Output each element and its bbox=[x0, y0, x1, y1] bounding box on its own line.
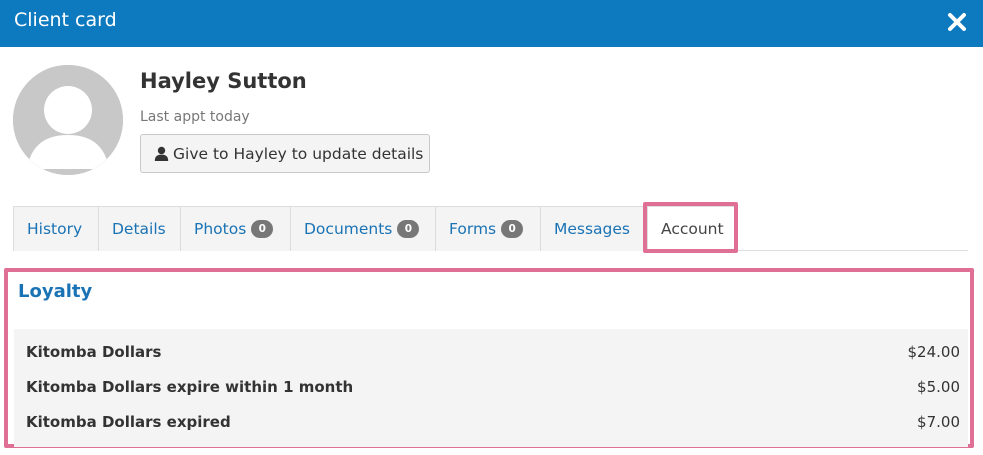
tab-details[interactable]: Details bbox=[98, 206, 181, 251]
loyalty-row-label: Kitomba Dollars expire within 1 month bbox=[26, 378, 354, 396]
update-details-label: Give to Hayley to update details bbox=[173, 144, 424, 163]
tab-forms[interactable]: Forms 0 bbox=[435, 206, 541, 251]
tab-label: Documents bbox=[304, 220, 393, 238]
update-details-button[interactable]: Give to Hayley to update details bbox=[140, 134, 430, 173]
last-appointment: Last appt today bbox=[140, 109, 250, 125]
loyalty-row-label: Kitomba Dollars expired bbox=[26, 413, 231, 431]
tab-label: Forms bbox=[449, 220, 497, 238]
tab-count-badge: 0 bbox=[397, 220, 420, 238]
loyalty-row: Kitomba Dollars $24.00 bbox=[14, 335, 968, 369]
close-icon[interactable] bbox=[945, 10, 969, 34]
tab-label: Details bbox=[112, 220, 166, 238]
client-name: Hayley Sutton bbox=[140, 69, 307, 93]
loyalty-row: Kitomba Dollars expire within 1 month $5… bbox=[14, 370, 968, 404]
tab-label: History bbox=[27, 220, 83, 238]
loyalty-row-value: $5.00 bbox=[917, 378, 960, 396]
window-title: Client card bbox=[14, 9, 117, 31]
tab-count-badge: 0 bbox=[251, 220, 274, 238]
client-tabs: History Details Photos 0 Documents 0 For… bbox=[13, 206, 968, 251]
tab-messages[interactable]: Messages bbox=[540, 206, 644, 251]
tab-label: Photos bbox=[194, 220, 247, 238]
loyalty-title: Loyalty bbox=[18, 281, 93, 302]
tab-label: Account bbox=[661, 220, 724, 238]
avatar bbox=[13, 65, 123, 175]
loyalty-row-value: $7.00 bbox=[917, 413, 960, 431]
loyalty-row-label: Kitomba Dollars bbox=[26, 343, 162, 361]
tab-count-badge: 0 bbox=[501, 220, 524, 238]
loyalty-section: Loyalty Kitomba Dollars $24.00 Kitomba D… bbox=[4, 268, 974, 448]
tab-documents[interactable]: Documents 0 bbox=[290, 206, 436, 251]
tab-label: Messages bbox=[554, 220, 631, 238]
tab-history[interactable]: History bbox=[13, 206, 99, 251]
user-icon bbox=[154, 146, 169, 161]
tab-account[interactable]: Account bbox=[647, 206, 736, 251]
loyalty-table: Kitomba Dollars $24.00 Kitomba Dollars e… bbox=[14, 329, 968, 447]
loyalty-row: Kitomba Dollars expired $7.00 bbox=[14, 405, 968, 439]
tab-photos[interactable]: Photos 0 bbox=[180, 206, 291, 251]
title-bar: Client card bbox=[0, 0, 983, 47]
loyalty-row-value: $24.00 bbox=[907, 343, 961, 361]
